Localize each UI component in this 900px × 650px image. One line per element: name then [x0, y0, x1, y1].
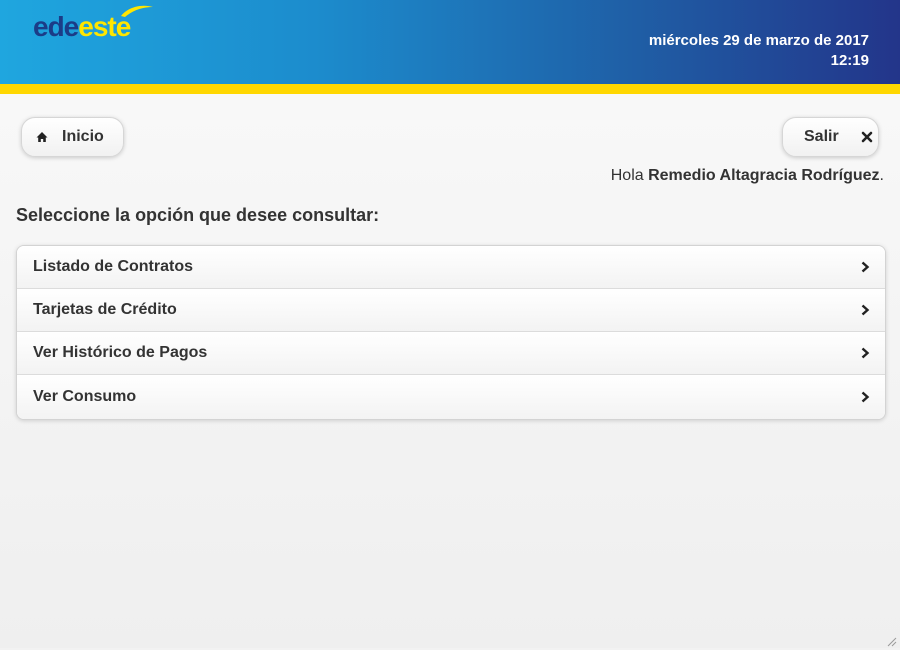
user-greeting: Hola Remedio Altagracia Rodríguez. — [610, 167, 884, 184]
list-item-consumption[interactable]: Ver Consumo — [17, 375, 885, 419]
current-time: 12:19 — [830, 52, 869, 69]
home-button[interactable]: Inicio — [21, 117, 124, 157]
chevron-right-icon — [860, 391, 870, 403]
page-title: Seleccione la opción que desee consultar… — [16, 205, 380, 225]
logout-button-label: Salir — [804, 128, 839, 145]
date-time-display: miércoles 29 de marzo de 2017 12:19 — [649, 31, 869, 71]
edeeste-logo: edeeste — [33, 5, 153, 44]
list-item-contracts[interactable]: Listado de Contratos — [17, 246, 885, 289]
current-date: miércoles 29 de marzo de 2017 — [648, 32, 869, 49]
options-list: Listado de Contratos Tarjetas de Crédito… — [16, 245, 886, 420]
list-item-credit-cards[interactable]: Tarjetas de Crédito — [17, 289, 885, 332]
user-name: Remedio Altagracia Rodríguez — [648, 167, 880, 184]
home-button-label: Inicio — [62, 128, 104, 145]
home-icon — [36, 131, 48, 143]
close-icon — [861, 131, 873, 143]
chevron-right-icon — [860, 347, 870, 359]
logo-swoosh-icon — [121, 5, 153, 17]
accent-stripe — [0, 84, 900, 94]
header-bar: edeeste miércoles 29 de marzo de 2017 12… — [0, 0, 900, 84]
logout-button[interactable]: Salir — [782, 117, 879, 157]
list-item-label: Ver Consumo — [33, 388, 137, 405]
list-item-payment-history[interactable]: Ver Histórico de Pagos — [17, 332, 885, 375]
list-item-label: Ver Histórico de Pagos — [33, 344, 208, 361]
chevron-right-icon — [860, 304, 870, 316]
list-item-label: Tarjetas de Crédito — [33, 301, 177, 318]
list-item-label: Listado de Contratos — [33, 258, 194, 275]
resize-grip-icon[interactable] — [885, 635, 897, 647]
chevron-right-icon — [860, 261, 870, 273]
